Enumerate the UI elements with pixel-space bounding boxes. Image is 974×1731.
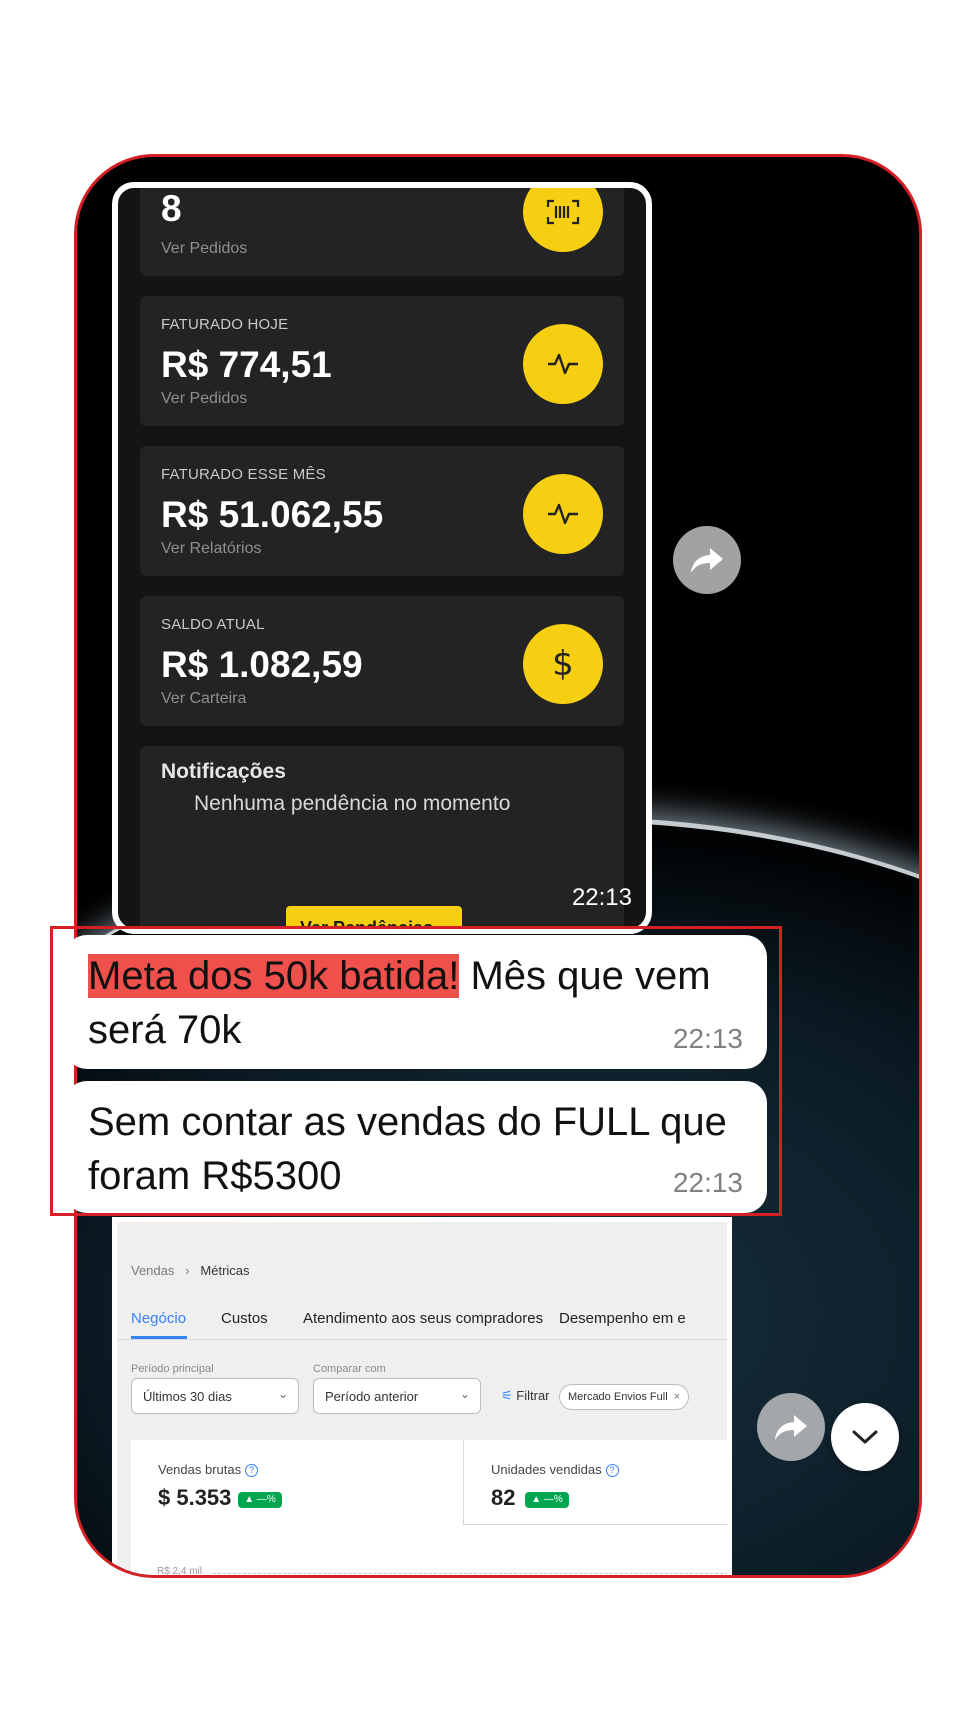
divider — [463, 1440, 464, 1524]
kpi-label-text: Vendas brutas — [158, 1462, 242, 1477]
breadcrumb: Vendas › Métricas — [131, 1263, 250, 1278]
activity-icon — [523, 324, 603, 404]
message-time: 22:13 — [672, 1023, 743, 1054]
chevron-down-icon — [852, 1430, 878, 1444]
forward-icon — [691, 548, 723, 573]
kpi-badge: ▲ —% — [238, 1492, 282, 1508]
chevron-down-icon: ⌄ — [459, 1387, 470, 1401]
dollar-icon: $ — [523, 624, 603, 704]
faturado-mes-card[interactable]: FATURADO ESSE MÊS R$ 51.062,55 Ver Relat… — [140, 446, 624, 576]
close-icon[interactable]: × — [671, 1391, 680, 1403]
forward-button[interactable] — [673, 526, 741, 594]
card-link[interactable]: Ver Pedidos — [161, 390, 247, 408]
highlighted-text: Meta dos 50k batida! — [88, 954, 460, 998]
help-icon[interactable]: ? — [245, 1464, 259, 1478]
barcode-icon — [523, 188, 603, 252]
kpi-label: Vendas brutas? — [158, 1462, 259, 1478]
kpi-value: 82 — [491, 1485, 516, 1510]
tab-atendimento[interactable]: Atendimento aos seus compradores — [303, 1310, 543, 1327]
forward-icon — [775, 1415, 807, 1440]
chat-screen: 8 Ver Pedidos FATURADO HOJE R$ 774,51 Ve… — [74, 154, 922, 1578]
comparar-value: Período anterior — [325, 1389, 419, 1404]
highlighted-messages: Meta dos 50k batida! Mês que vem será 70… — [50, 926, 782, 1216]
filter-icon: ⚟ — [501, 1388, 513, 1403]
kpi-label: Unidades vendidas? — [491, 1462, 619, 1478]
periodo-label: Período principal — [131, 1363, 214, 1375]
kpi-value: $ 5.353 — [158, 1485, 232, 1510]
forward-button[interactable] — [757, 1393, 825, 1461]
dashboard-screenshot-message[interactable]: 8 Ver Pedidos FATURADO HOJE R$ 774,51 Ve… — [112, 182, 652, 934]
message-time: 22:13 — [571, 884, 632, 911]
tab-negocio[interactable]: Negócio — [131, 1310, 186, 1327]
orders-link[interactable]: Ver Pedidos — [161, 240, 247, 258]
periodo-select[interactable]: Últimos 30 dias ⌄ — [131, 1378, 299, 1414]
filter-button[interactable]: ⚟ Filtrar — [501, 1388, 550, 1404]
tab-custos[interactable]: Custos — [221, 1310, 268, 1327]
orders-card[interactable]: 8 Ver Pedidos — [140, 188, 624, 276]
chip-label: Mercado Envios Full — [568, 1391, 668, 1403]
orders-count: 8 — [161, 188, 182, 229]
filter-chip[interactable]: Mercado Envios Full × — [559, 1384, 690, 1410]
comparar-select[interactable]: Período anterior ⌄ — [313, 1378, 481, 1414]
kpi-badge: ▲ —% — [525, 1492, 569, 1508]
saldo-atual-card[interactable]: SALDO ATUAL R$ 1.082,59 Ver Carteira $ — [140, 596, 624, 726]
notifications-text: Nenhuma pendência no momento — [194, 792, 511, 815]
card-link[interactable]: Ver Relatórios — [161, 540, 262, 558]
activity-icon — [523, 474, 603, 554]
metrics-screenshot-message[interactable]: Vendas › Métricas Negócio Custos Atendim… — [112, 1217, 732, 1577]
card-value: R$ 1.082,59 — [161, 644, 363, 685]
chevron-right-icon: › — [178, 1263, 197, 1278]
message-bubble[interactable]: Sem contar as vendas do FULL que foram R… — [65, 1081, 767, 1213]
card-label: SALDO ATUAL — [161, 616, 265, 633]
breadcrumb-current: Métricas — [200, 1263, 250, 1278]
divider — [117, 1339, 727, 1340]
message-time: 22:13 — [672, 1167, 743, 1198]
chart-gridline — [213, 1573, 727, 1574]
card-label: FATURADO ESSE MÊS — [161, 466, 326, 483]
message-text: Meta dos 50k batida! Mês que vem será 70… — [88, 949, 748, 1057]
card-value: R$ 51.062,55 — [161, 494, 384, 535]
faturado-hoje-card[interactable]: FATURADO HOJE R$ 774,51 Ver Pedidos — [140, 296, 624, 426]
periodo-value: Últimos 30 dias — [143, 1389, 232, 1404]
filter-label: Filtrar — [516, 1388, 550, 1403]
chart-axis-label: R$ 2,4 mil — [157, 1566, 203, 1577]
breadcrumb-parent[interactable]: Vendas — [131, 1263, 174, 1278]
card-label: FATURADO HOJE — [161, 316, 289, 333]
divider — [463, 1524, 727, 1525]
chevron-down-icon: ⌄ — [277, 1387, 288, 1401]
message-bubble[interactable]: Meta dos 50k batida! Mês que vem será 70… — [65, 935, 767, 1069]
card-link[interactable]: Ver Carteira — [161, 690, 246, 708]
message-text: Sem contar as vendas do FULL que foram R… — [88, 1100, 727, 1198]
notifications-title: Notificações — [161, 760, 286, 783]
card-value: R$ 774,51 — [161, 344, 332, 385]
scroll-down-button[interactable] — [831, 1403, 899, 1471]
tab-desempenho[interactable]: Desempenho em e — [559, 1310, 686, 1327]
comparar-label: Comparar com — [313, 1363, 386, 1375]
help-icon[interactable]: ? — [605, 1464, 619, 1478]
kpi-label-text: Unidades vendidas — [491, 1462, 602, 1477]
